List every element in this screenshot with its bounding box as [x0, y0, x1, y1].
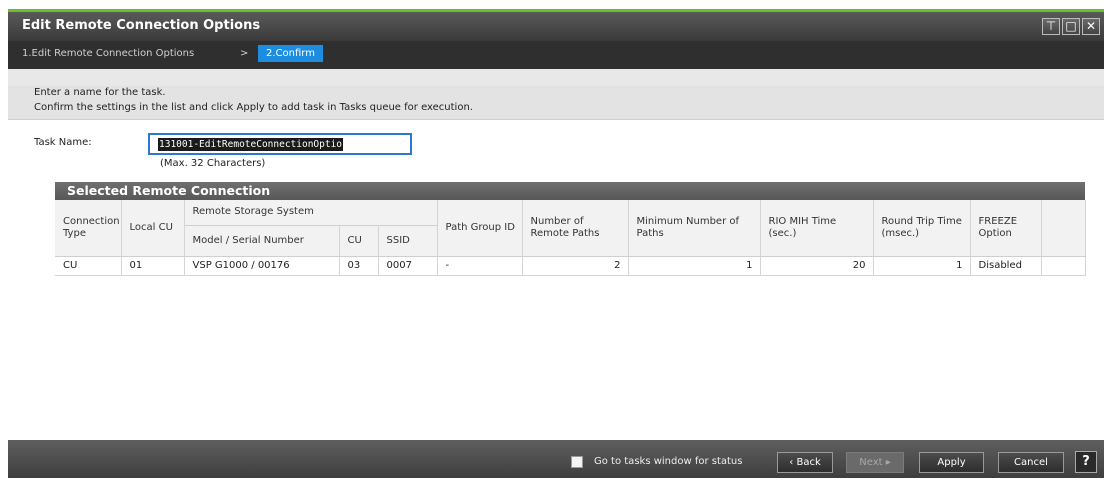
cell-minimum-number-of-paths: 1: [628, 256, 761, 276]
cell-local-cu: 01: [121, 256, 185, 276]
instructions-panel: Enter a name for the task. Confirm the s…: [8, 86, 1104, 120]
col-local-cu[interactable]: Local CU: [121, 200, 185, 257]
apply-label: Apply: [937, 457, 966, 468]
back-button[interactable]: ‹ Back: [777, 452, 833, 473]
cell-rio-mih-time: 20: [760, 256, 874, 276]
next-button[interactable]: Next ▸: [846, 452, 904, 473]
help-icon[interactable]: ?: [1075, 451, 1097, 473]
task-name-value: 131001-EditRemoteConnectionOptio: [158, 138, 344, 151]
instruction-line-2: Confirm the settings in the list and cli…: [34, 102, 473, 113]
cell-connection-type: CU: [55, 256, 122, 276]
cell-round-trip-time: 1: [873, 256, 971, 276]
back-label: Back: [796, 457, 821, 468]
step-confirm: 2.Confirm: [258, 45, 323, 62]
pin-icon[interactable]: ⊤: [1042, 18, 1060, 35]
maximize-icon[interactable]: □: [1062, 18, 1080, 35]
help-label: ?: [1082, 454, 1090, 469]
chevron-right-icon: ▸: [885, 457, 891, 468]
task-name-input[interactable]: 131001-EditRemoteConnectionOptio: [148, 133, 412, 155]
section-title: Selected Remote Connection: [67, 183, 271, 198]
step-separator: >: [240, 48, 249, 59]
cancel-label: Cancel: [1014, 457, 1048, 468]
cell-ssid: 0007: [378, 256, 438, 276]
cell-number-of-remote-paths: 2: [522, 256, 629, 276]
task-name-hint: (Max. 32 Characters): [160, 158, 266, 169]
cell-model-serial: VSP G1000 / 00176: [184, 256, 340, 276]
step-edit-options[interactable]: 1.Edit Remote Connection Options: [22, 48, 194, 59]
footer-bar: Go to tasks window for status ‹ Back Nex…: [8, 440, 1104, 478]
header-spacer: [8, 69, 1104, 86]
col-connection-type[interactable]: Connection Type: [55, 200, 122, 257]
title-bar: Edit Remote Connection Options ⊤ □ ✕: [8, 12, 1104, 41]
col-path-group-id[interactable]: Path Group ID: [437, 200, 523, 257]
go-to-tasks-checkbox[interactable]: [571, 456, 583, 468]
col-model-serial[interactable]: Model / Serial Number: [184, 225, 340, 257]
col-remote-storage-system: Remote Storage System: [184, 200, 438, 226]
close-icon[interactable]: ✕: [1082, 18, 1100, 35]
wizard-steps: 1.Edit Remote Connection Options > 2.Con…: [8, 41, 1104, 69]
next-label: Next: [859, 457, 883, 468]
table-row[interactable]: CU 01 VSP G1000 / 00176 03 0007 - 2 1 20…: [55, 256, 1086, 276]
section-header: Selected Remote Connection: [55, 182, 1085, 200]
instruction-line-1: Enter a name for the task.: [34, 87, 166, 98]
cell-remote-cu: 03: [339, 256, 379, 276]
col-freeze-option[interactable]: FREEZE Option: [970, 200, 1042, 257]
col-ssid[interactable]: SSID: [378, 225, 438, 257]
col-remote-cu[interactable]: CU: [339, 225, 379, 257]
window-title: Edit Remote Connection Options: [22, 18, 261, 33]
cancel-button[interactable]: Cancel: [998, 452, 1064, 473]
col-rio-mih-time[interactable]: RIO MIH Time (sec.): [760, 200, 874, 257]
cell-freeze-option: Disabled: [970, 256, 1042, 276]
remote-connection-table: Connection Type Local CU Remote Storage …: [55, 200, 1086, 276]
chevron-left-icon: ‹: [789, 457, 794, 468]
cell-spacer: [1041, 256, 1086, 276]
col-spacer: [1041, 200, 1086, 257]
apply-button[interactable]: Apply: [919, 452, 984, 473]
col-round-trip-time[interactable]: Round Trip Time (msec.): [873, 200, 971, 257]
go-to-tasks-label[interactable]: Go to tasks window for status: [594, 456, 742, 467]
col-number-of-remote-paths[interactable]: Number of Remote Paths: [522, 200, 629, 257]
task-name-label: Task Name:: [34, 137, 92, 148]
cell-path-group-id: -: [437, 256, 523, 276]
top-margin: [0, 0, 1104, 9]
col-minimum-number-of-paths[interactable]: Minimum Number of Paths: [628, 200, 761, 257]
